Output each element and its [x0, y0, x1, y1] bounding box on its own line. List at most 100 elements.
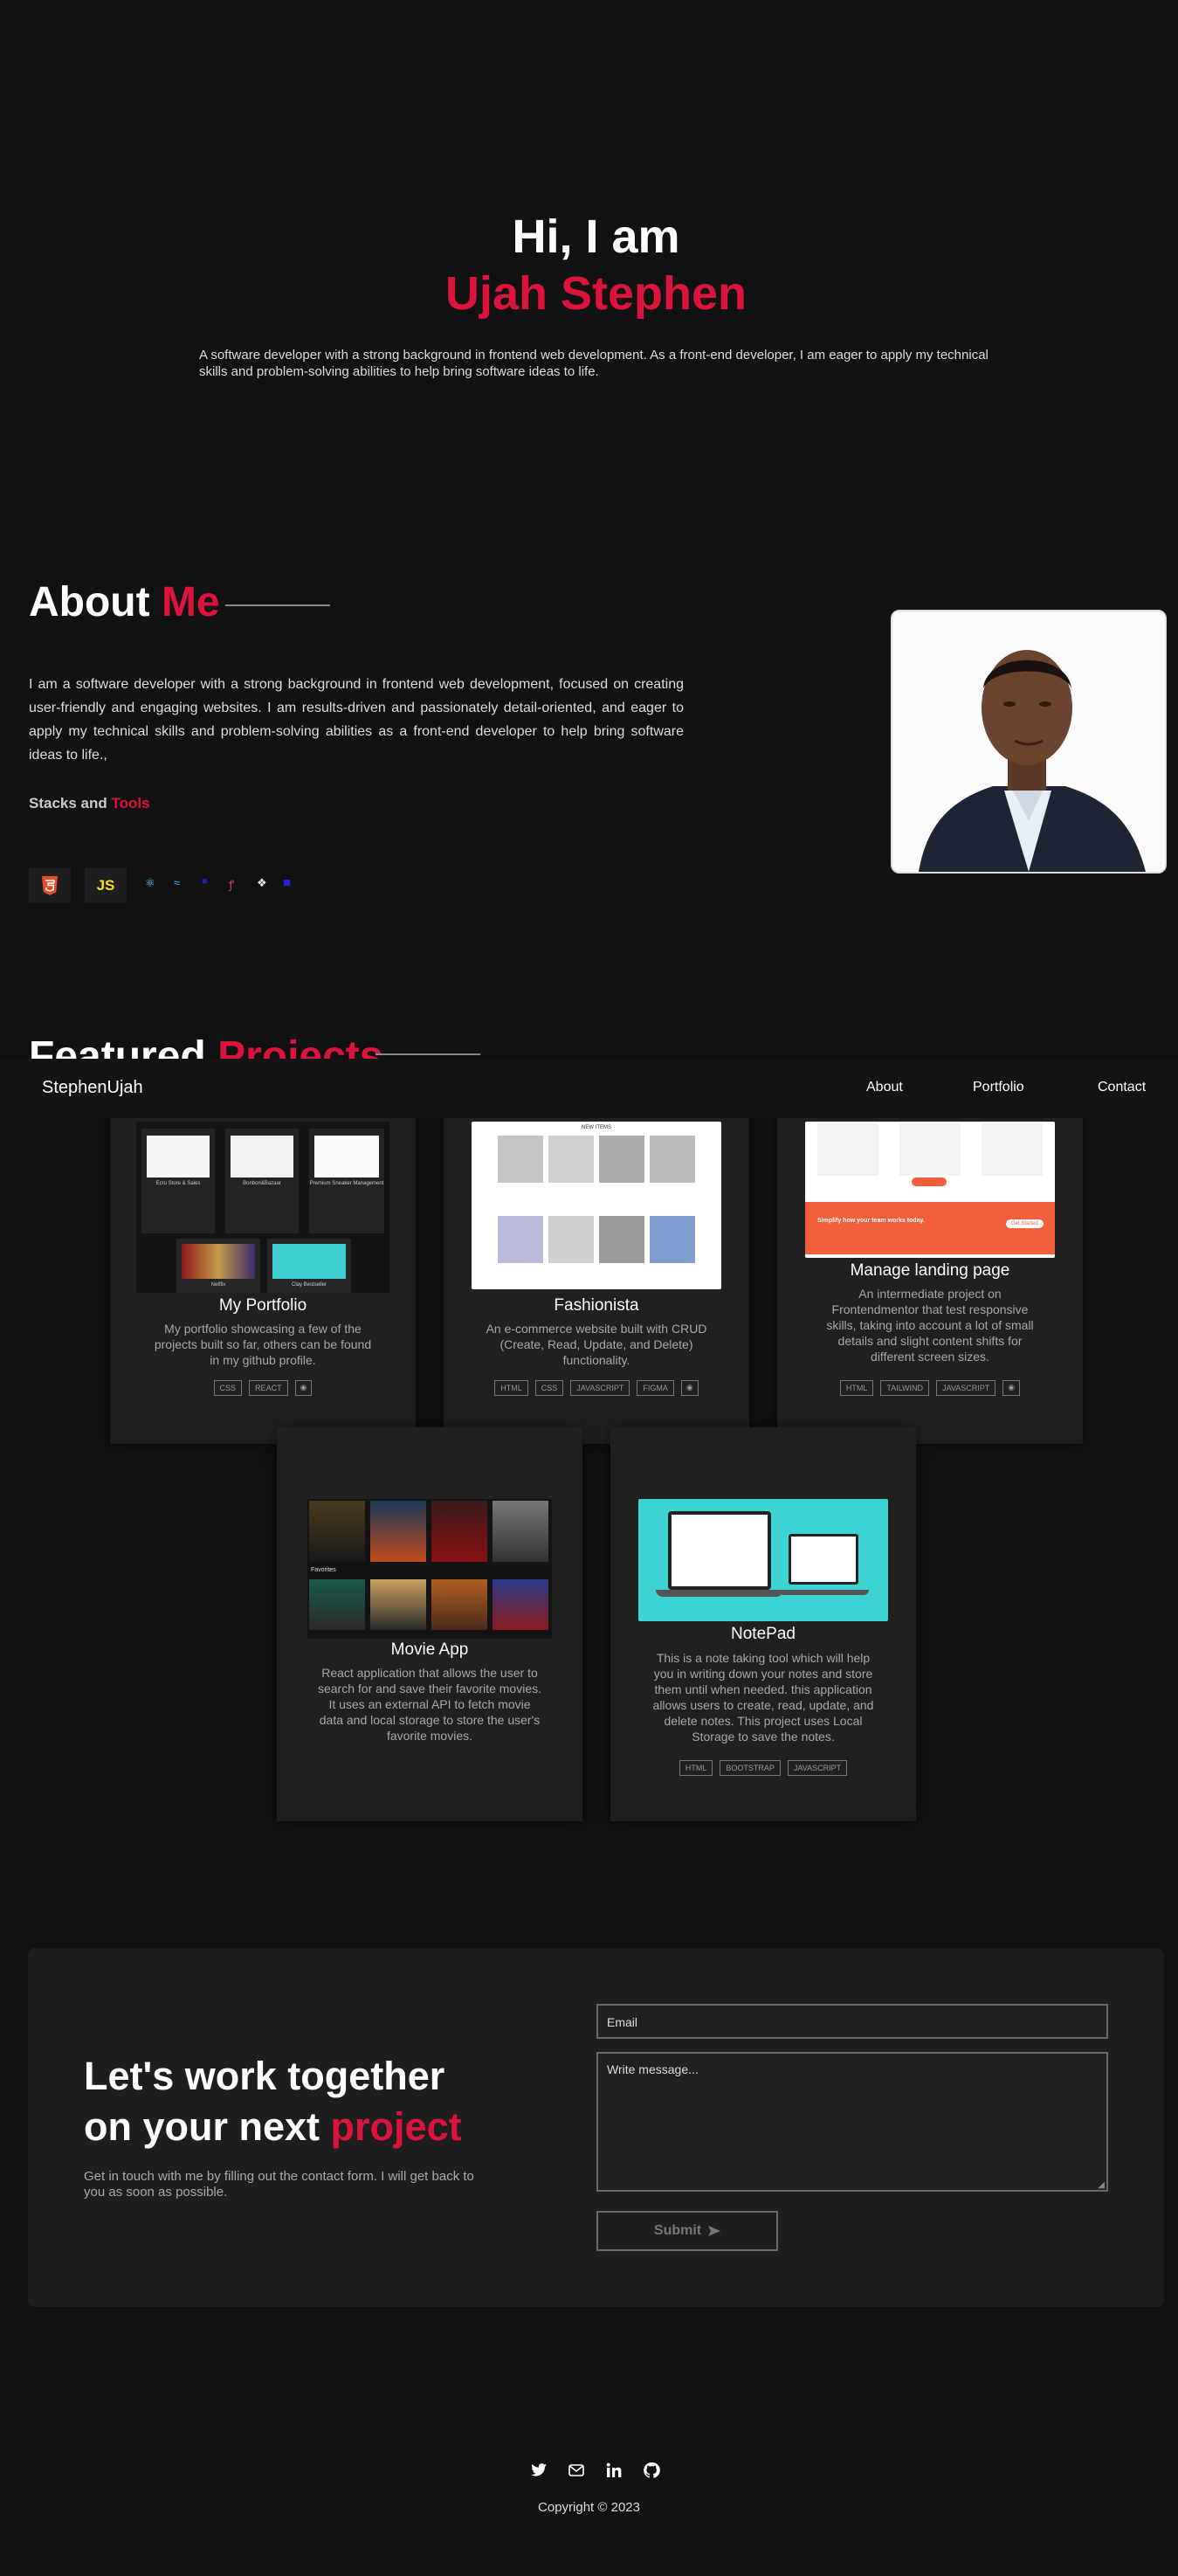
testimonial-box — [982, 1123, 1043, 1176]
thumb-caption: Ecru Store & Sales — [155, 1181, 201, 1186]
message-field[interactable]: Write message... ◢ — [596, 2052, 1108, 2192]
thumb-tile: Premium Sneaker Management — [309, 1129, 384, 1233]
resize-handle-icon[interactable]: ◢ — [1098, 2180, 1105, 2190]
laptop-display — [672, 1515, 768, 1586]
github-icon[interactable] — [643, 2462, 660, 2479]
react-icon: ⚛ — [145, 876, 155, 889]
tailwind-icon: ≈ — [174, 876, 181, 889]
github-link-icon[interactable]: ◉ — [1002, 1380, 1021, 1396]
sass-icon: ꝭ — [229, 878, 235, 891]
github-link-icon[interactable]: ◉ — [294, 1380, 313, 1396]
mail-icon[interactable] — [568, 2462, 585, 2479]
email-field[interactable]: Email — [596, 2004, 1108, 2039]
contact-heading-red: project — [330, 2104, 462, 2149]
product-thumb — [650, 1216, 695, 1263]
twitter-icon[interactable] — [530, 2462, 548, 2479]
project-description: An e-commerce website built with CRUD (C… — [486, 1322, 707, 1367]
linkedin-icon[interactable] — [605, 2462, 623, 2479]
notepad-thumbnail — [638, 1499, 888, 1621]
tag: CSS — [534, 1380, 564, 1396]
html5-icon — [29, 868, 71, 903]
poster — [370, 1579, 426, 1630]
tag: CSS — [213, 1380, 243, 1396]
tag: HTML — [679, 1760, 713, 1776]
thumb-tile-image — [314, 1136, 379, 1178]
product-thumb — [650, 1136, 695, 1183]
banner-button: Get Started — [1006, 1219, 1044, 1228]
thumb-tile-image — [272, 1244, 346, 1279]
poster — [309, 1501, 365, 1562]
project-tags: HTML BOOTSTRAP JAVASCRIPT — [610, 1760, 916, 1776]
product-thumb — [498, 1136, 543, 1183]
laptop-base — [656, 1590, 783, 1597]
bootstrap-icon: ■ — [283, 875, 292, 890]
thumb-caption: Clay Bestseller — [291, 1282, 327, 1288]
contact-heading-white: on your next — [84, 2104, 320, 2149]
hero-name: Ujah Stephen — [444, 267, 747, 320]
poster — [431, 1501, 487, 1562]
nav-portfolio[interactable]: Portfolio — [973, 1080, 1024, 1095]
tag: REACT — [249, 1380, 288, 1396]
submit-label: Submit — [653, 2223, 702, 2238]
project-card-movie-app[interactable]: Favorites Movie App React application th… — [277, 1427, 582, 1821]
testimonial-box — [817, 1123, 878, 1176]
tag: TAILWIND — [880, 1380, 930, 1396]
project-title: My Portfolio — [218, 1296, 307, 1315]
thumb-header: NEW ITEMS — [582, 1125, 611, 1130]
project-tags: HTML CSS JAVASCRIPT FIGMA ◉ — [444, 1380, 749, 1396]
contact-subtext: Get in touch with me by filling out the … — [84, 2169, 474, 2200]
thumb-tile-image — [182, 1244, 255, 1279]
thumb-caption: Netflix — [210, 1282, 226, 1288]
about-title-line — [225, 604, 330, 606]
fashionista-thumbnail: NEW ITEMS — [472, 1122, 721, 1289]
tag: BOOTSTRAP — [720, 1760, 781, 1776]
manage-thumbnail: Simplify how your team works today. Get … — [805, 1122, 1055, 1258]
about-title-white: About — [29, 579, 150, 625]
nav-contact[interactable]: Contact — [1098, 1080, 1146, 1095]
project-card-notepad[interactable]: NotePad This is a note taking tool which… — [610, 1427, 916, 1821]
hero-description: A software developer with a strong backg… — [199, 348, 989, 379]
thumb-tile: Netflix — [176, 1239, 260, 1293]
project-title: Manage landing page — [850, 1261, 1010, 1280]
product-thumb — [599, 1216, 644, 1263]
github-link-icon[interactable]: ◉ — [680, 1380, 699, 1396]
monitor-base — [778, 1590, 869, 1595]
brand-logo[interactable]: StephenUjah — [42, 1078, 143, 1098]
about-text: I am a software developer with a strong … — [29, 677, 684, 763]
project-description: My portfolio showcasing a few of the pro… — [154, 1322, 372, 1367]
hero-greeting: Hi, I am — [512, 211, 680, 263]
get-started-pill — [912, 1178, 947, 1186]
thumb-tile: Ecru Store & Sales — [141, 1129, 215, 1233]
poster — [370, 1501, 426, 1562]
about-title: About Me — [29, 578, 220, 626]
movie-thumbnail: Favorites — [307, 1499, 552, 1639]
submit-button[interactable]: Submit — [596, 2211, 778, 2251]
project-description: React application that allows the user t… — [317, 1666, 541, 1743]
project-card-fashionista[interactable]: NEW ITEMS Fashionista An e-commerce webs… — [444, 1109, 749, 1444]
nav-about[interactable]: About — [866, 1080, 903, 1095]
project-card-manage[interactable]: Simplify how your team works today. Get … — [777, 1109, 1083, 1444]
tag: HTML — [839, 1380, 874, 1396]
project-title: Movie App — [390, 1640, 469, 1659]
thumb-caption: Premium Sneaker Management — [309, 1181, 384, 1186]
javascript-icon: JS — [85, 868, 127, 903]
typescript-icon: ■ — [202, 876, 208, 887]
stacks-red: Tools — [111, 795, 150, 811]
featured-title-red: Projects — [217, 1033, 383, 1059]
monitor — [789, 1534, 858, 1585]
banner-text: Simplify how your team works today. — [817, 1218, 925, 1224]
thumb-tile-image — [147, 1136, 210, 1178]
testimonial-box — [899, 1123, 961, 1176]
poster — [431, 1579, 487, 1630]
thumb-tile: Bonbon&Bazaar — [225, 1129, 299, 1233]
poster — [493, 1501, 548, 1562]
project-tags: HTML TAILWIND JAVASCRIPT ◉ — [777, 1380, 1083, 1396]
tag: HTML — [494, 1380, 528, 1396]
product-thumb — [548, 1216, 594, 1263]
favorites-label: Favorites — [311, 1567, 336, 1573]
portfolio-thumbnail: Ecru Store & Sales Bonbon&Bazaar Premium… — [136, 1122, 389, 1293]
project-card-portfolio[interactable]: Ecru Store & Sales Bonbon&Bazaar Premium… — [110, 1109, 416, 1444]
tag: JAVASCRIPT — [936, 1380, 996, 1396]
contact-heading-line1: Let's work together — [84, 2054, 445, 2098]
stacks-white: Stacks and — [29, 795, 107, 811]
